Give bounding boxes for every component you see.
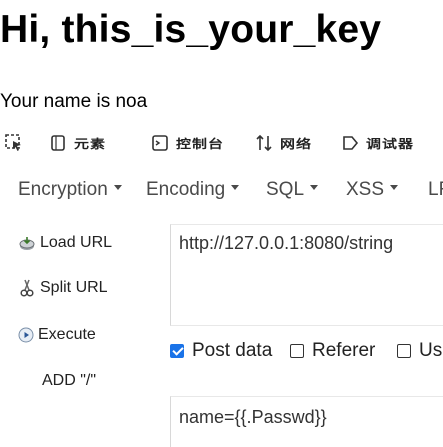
load-url-button[interactable]: Load URL (18, 228, 112, 258)
network-icon (256, 134, 272, 152)
request-options: Post data Referer Us (170, 336, 443, 364)
chevron-down-icon (310, 185, 319, 191)
checkbox-unchecked-icon (397, 344, 411, 358)
hackbar-menu: Encryption Encoding SQL XSS LF (0, 172, 443, 208)
post-data-checkbox[interactable]: Post data (170, 340, 272, 362)
load-url-icon (19, 237, 35, 250)
execute-label: Execute (38, 326, 96, 343)
menu-sql[interactable]: SQL (266, 178, 319, 202)
tab-console-label: 控制台 (176, 136, 225, 151)
element-picker-button[interactable] (4, 130, 30, 156)
referer-checkbox[interactable]: Referer (290, 340, 375, 362)
tab-debugger[interactable]: 调试器 (340, 130, 414, 156)
console-icon (152, 135, 168, 151)
post-data-label: Post data (192, 340, 273, 361)
load-url-label: Load URL (40, 234, 113, 251)
url-input[interactable]: http://127.0.0.1:8080/string (170, 224, 443, 326)
add-slash-label: ADD "/" (42, 372, 97, 389)
tab-network-label: 网络 (280, 136, 313, 151)
post-data-value: name={{.Passwd}} (179, 407, 327, 427)
url-value: http://127.0.0.1:8080/string (179, 233, 394, 253)
add-slash-button[interactable]: ADD "/" (42, 366, 96, 396)
name-greeting: Your name is noa (0, 91, 148, 112)
tab-debugger-label: 调试器 (366, 136, 415, 151)
execute-button[interactable]: Execute (18, 320, 96, 350)
chevron-down-icon (231, 185, 240, 191)
debugger-icon (343, 136, 359, 150)
user-agent-checkbox[interactable]: Us (397, 340, 442, 362)
tab-console[interactable]: 控制台 (150, 130, 224, 156)
split-url-button[interactable]: Split URL (18, 273, 108, 303)
tab-inspector[interactable]: 元素 (48, 130, 106, 156)
devtools-toolbar: 元素 控制台 网络 调试器 (0, 128, 443, 158)
tab-network[interactable]: 网络 (254, 130, 312, 156)
split-url-label: Split URL (40, 279, 108, 296)
post-data-input[interactable]: name={{.Passwd}} (170, 396, 443, 447)
menu-encoding[interactable]: Encoding (146, 178, 240, 202)
chevron-down-icon (113, 185, 122, 191)
cursor-select-icon (5, 134, 21, 151)
menu-lfi[interactable]: LF (428, 178, 443, 202)
chevron-down-icon (390, 185, 399, 191)
scissors-icon (20, 279, 34, 297)
page-title: Hi, this_is_your_key (0, 8, 382, 51)
tab-inspector-label: 元素 (74, 136, 107, 151)
checkbox-unchecked-icon (290, 344, 304, 358)
menu-encryption[interactable]: Encryption (18, 178, 122, 202)
play-icon (18, 327, 34, 343)
checkbox-checked-icon (170, 344, 184, 358)
referer-label: Referer (312, 340, 376, 361)
cube-icon (51, 135, 65, 151)
user-agent-label: Us (419, 340, 443, 361)
menu-xss[interactable]: XSS (346, 178, 399, 202)
